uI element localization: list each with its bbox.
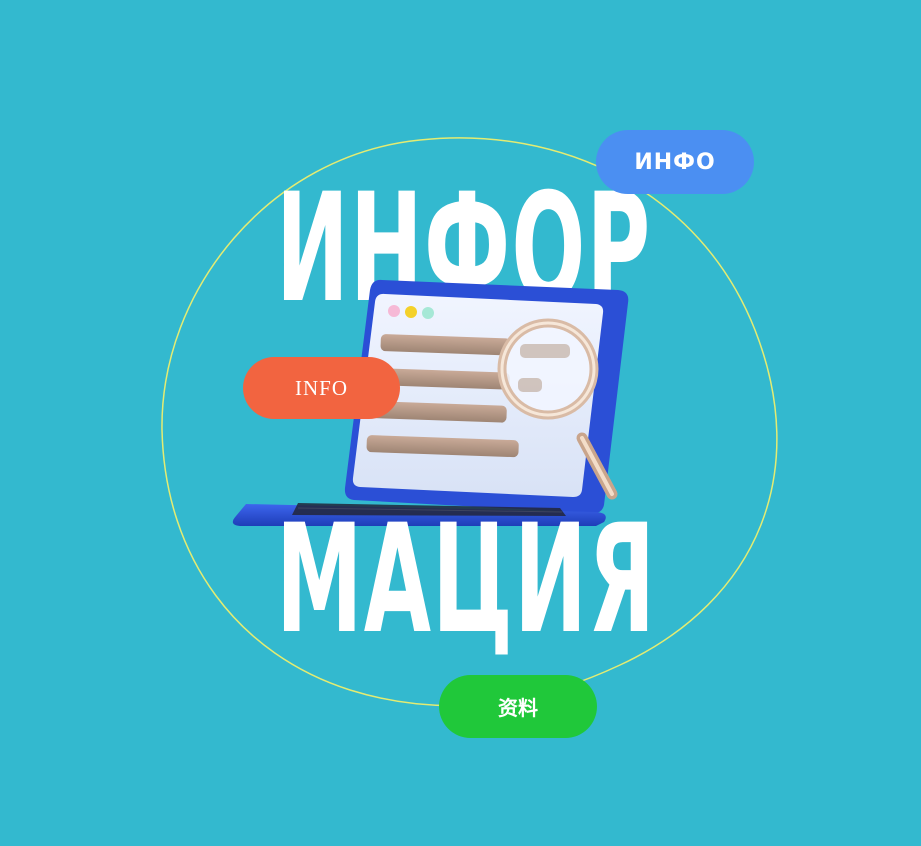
tag-info-russian: ИНФО xyxy=(596,130,754,194)
poster-canvas: ИНФОР МАЦИЯ ИНФО INFO 资料 xyxy=(0,0,921,846)
tag-info-chinese: 资料 xyxy=(439,675,597,738)
headline-bottom: МАЦИЯ xyxy=(276,493,657,667)
tag-info-english: INFO xyxy=(243,357,400,419)
